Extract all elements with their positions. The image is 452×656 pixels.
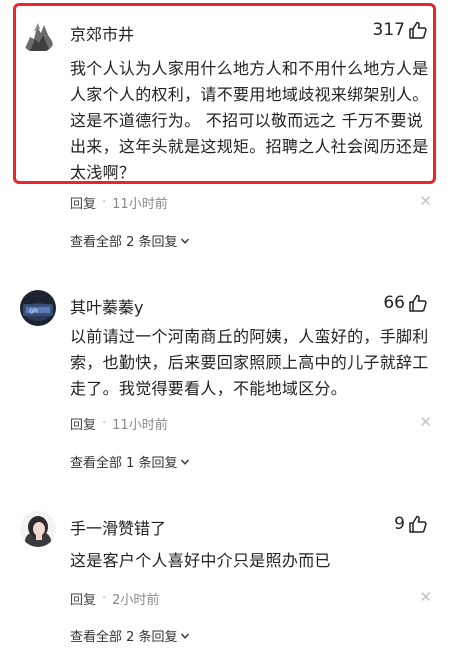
username[interactable]: 手一滑赞错了 xyxy=(70,515,166,539)
meta-separator: · xyxy=(102,195,107,210)
like-count: 317 xyxy=(372,20,405,40)
view-replies-label: 查看全部 1 条回复 xyxy=(70,456,178,471)
comment-meta: 回复 · 11小时前 ✕ xyxy=(70,192,432,212)
like-count: 9 xyxy=(394,514,405,534)
meta-separator: · xyxy=(102,591,107,606)
reply-button[interactable]: 回复 xyxy=(70,414,96,433)
timestamp: 11小时前 xyxy=(112,197,168,212)
comment-meta: 回复 · 2小时前 ✕ xyxy=(70,588,432,608)
chevron-down-icon xyxy=(180,459,189,465)
reply-button[interactable]: 回复 xyxy=(70,589,96,608)
view-replies-label: 查看全部 2 条回复 xyxy=(70,630,178,645)
like-button[interactable]: 9 xyxy=(394,514,428,534)
timestamp: 11小时前 xyxy=(112,418,168,433)
like-button[interactable]: 317 xyxy=(373,20,428,40)
timestamp: 2小时前 xyxy=(112,593,160,608)
chevron-down-icon xyxy=(180,238,189,244)
comment-item: 京郊市井 317 我个人认为人家用什么地方人和不用什么地方人是人家个人的权利，请… xyxy=(0,0,452,260)
like-count: 66 xyxy=(383,293,405,313)
svg-text:@N: @N xyxy=(29,309,38,315)
comment-meta: 回复 · 11小时前 ✕ xyxy=(70,413,432,433)
close-icon[interactable]: ✕ xyxy=(419,413,432,431)
avatar[interactable] xyxy=(20,511,56,547)
view-replies-button[interactable]: 查看全部 1 条回复 xyxy=(70,452,190,471)
close-icon[interactable]: ✕ xyxy=(419,192,432,210)
avatar[interactable]: @N xyxy=(20,290,56,326)
username[interactable]: 其叶蓁蓁y xyxy=(70,294,143,318)
comment-text: 这是客户个人喜好中介只是照办而已 xyxy=(70,551,331,570)
like-button[interactable]: 66 xyxy=(383,293,428,313)
reply-button[interactable]: 回复 xyxy=(70,193,96,212)
close-icon[interactable]: ✕ xyxy=(419,588,432,606)
comment-text: 以前请过一个河南商丘的阿姨，人蛮好的，手脚利索，也勤快，后来要回家照顾上高中的儿… xyxy=(70,327,429,398)
thumbs-up-icon xyxy=(409,294,427,312)
thumbs-up-icon xyxy=(409,21,427,39)
meta-separator: · xyxy=(102,416,107,431)
view-replies-label: 查看全部 2 条回复 xyxy=(70,235,178,250)
avatar[interactable] xyxy=(20,17,56,53)
username[interactable]: 京郊市井 xyxy=(70,21,134,45)
chevron-down-icon xyxy=(180,633,189,639)
view-replies-button[interactable]: 查看全部 2 条回复 xyxy=(70,231,190,250)
thumbs-up-icon xyxy=(409,515,427,533)
view-replies-button[interactable]: 查看全部 2 条回复 xyxy=(70,626,190,645)
comment-text: 我个人认为人家用什么地方人和不用什么地方人是人家个人的权利，请不要用地域歧视来绑… xyxy=(70,59,429,182)
